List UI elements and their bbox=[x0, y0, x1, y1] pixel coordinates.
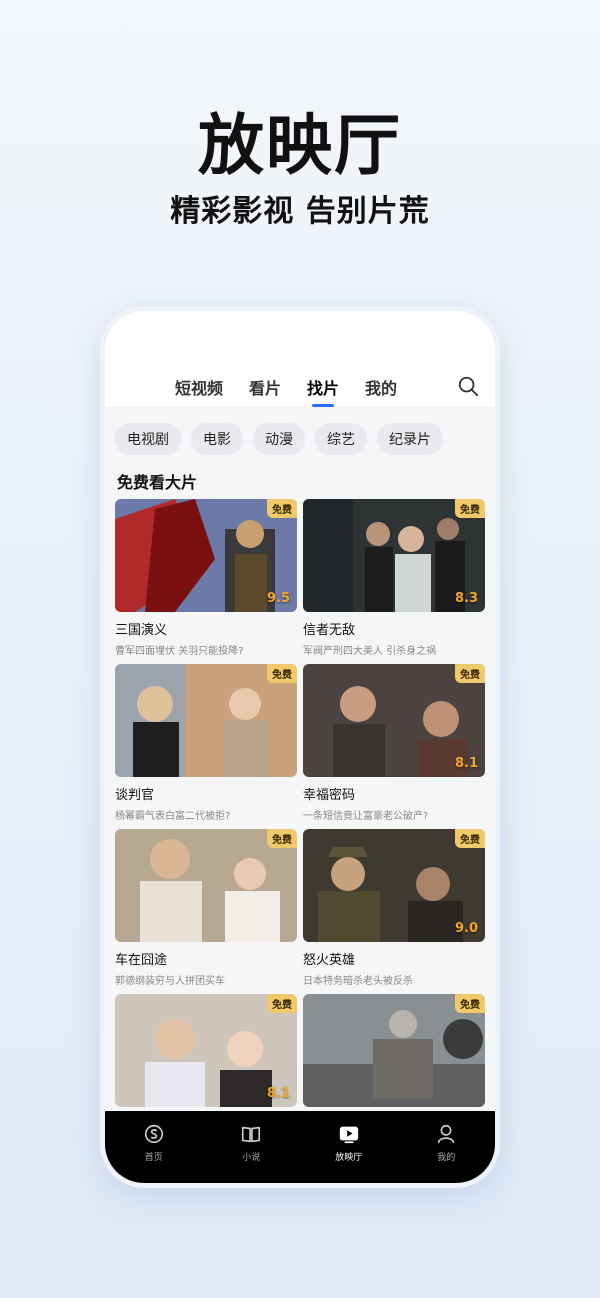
free-badge: 免费 bbox=[455, 994, 485, 1013]
movie-description: 军阀严刑四大美人 引杀身之祸 bbox=[303, 646, 437, 657]
chip-tv-series[interactable]: 电视剧 bbox=[115, 423, 181, 455]
nav-label: 我的 bbox=[437, 1153, 456, 1163]
hero-subtitle: 精彩影视 告别片荒 bbox=[170, 194, 430, 229]
nav-label: 首页 bbox=[144, 1153, 163, 1163]
tab-find[interactable]: 找片 bbox=[307, 375, 339, 407]
movie-thumbnail[interactable]: 免费 bbox=[303, 994, 485, 1107]
movie-title[interactable]: 车在囧途 bbox=[115, 949, 297, 968]
movie-description: 杨幂霸气表白富二代被拒? bbox=[115, 811, 231, 822]
chip-movie[interactable]: 电影 bbox=[191, 423, 243, 455]
top-bar: 短视频 看片 找片 我的 bbox=[105, 311, 495, 407]
free-badge: 免费 bbox=[455, 829, 485, 848]
category-chips: 电视剧 电影 动漫 综艺 纪录片 bbox=[115, 423, 443, 455]
movie-description: 郭德纲装穷与人拼团买车 bbox=[115, 976, 225, 987]
app-screen: 短视频 看片 找片 我的 电视剧 电影 动漫 综艺 纪录片 免费看大片 免费 9… bbox=[105, 311, 495, 1183]
search-icon[interactable] bbox=[457, 375, 479, 397]
movie-title[interactable]: 信者无敌 bbox=[303, 619, 485, 638]
tab-short-video[interactable]: 短视频 bbox=[175, 375, 223, 407]
rating-score: 8.1 bbox=[266, 1086, 290, 1101]
movie-thumbnail[interactable]: 免费 8.1 bbox=[115, 994, 297, 1107]
rating-score: 8.1 bbox=[454, 756, 478, 771]
movie-description: 日本特务暗杀老头被反杀 bbox=[303, 976, 413, 987]
nav-label: 小说 bbox=[242, 1153, 261, 1163]
movie-thumbnail[interactable]: 免费 9.5 bbox=[115, 499, 297, 612]
movie-title[interactable]: 谈判官 bbox=[115, 784, 297, 803]
movie-grid: 免费 9.5 三国演义 曹军四面埋伏 关羽只能投降? 免费 8.3 信者无敌 军… bbox=[115, 499, 487, 1159]
phone-mockup: 短视频 看片 找片 我的 电视剧 电影 动漫 综艺 纪录片 免费看大片 免费 9… bbox=[100, 306, 500, 1188]
rating-score: 9.5 bbox=[266, 591, 290, 606]
movie-description: 曹军四面埋伏 关羽只能投降? bbox=[115, 646, 244, 657]
movie-title[interactable]: 怒火英雄 bbox=[303, 949, 485, 968]
bottom-navigation: 首页 小说 放映厅 我的 bbox=[105, 1111, 495, 1183]
movie-title[interactable]: 三国演义 bbox=[115, 619, 297, 638]
movie-card[interactable]: 免费 9.0 怒火英雄 日本特务暗杀老头被反杀 bbox=[303, 829, 485, 994]
rating-score: 8.3 bbox=[454, 591, 478, 606]
free-badge: 免费 bbox=[455, 664, 485, 683]
play-icon bbox=[339, 1126, 358, 1144]
free-badge: 免费 bbox=[455, 499, 485, 518]
chip-variety[interactable]: 综艺 bbox=[315, 423, 367, 455]
rating-score: 9.0 bbox=[454, 921, 478, 936]
movie-thumbnail[interactable]: 免费 9.0 bbox=[303, 829, 485, 942]
free-badge: 免费 bbox=[267, 664, 297, 683]
free-badge: 免费 bbox=[267, 499, 297, 518]
nav-novel[interactable]: 小说 bbox=[221, 1123, 281, 1183]
movie-card[interactable]: 免费 8.3 信者无敌 军阀严刑四大美人 引杀身之祸 bbox=[303, 499, 485, 664]
movie-card[interactable]: 免费 谈判官 杨幂霸气表白富二代被拒? bbox=[115, 664, 297, 829]
tab-watch[interactable]: 看片 bbox=[249, 375, 281, 407]
free-badge: 免费 bbox=[267, 994, 297, 1013]
chip-documentary[interactable]: 纪录片 bbox=[377, 423, 443, 455]
hero-title: 放映厅 bbox=[198, 107, 402, 184]
home-icon bbox=[144, 1124, 163, 1144]
movie-description: 一条短信竟让富豪老公破产? bbox=[303, 811, 429, 822]
movie-title[interactable]: 幸福密码 bbox=[303, 784, 485, 803]
tab-mine[interactable]: 我的 bbox=[365, 375, 397, 407]
movie-thumbnail[interactable]: 免费 8.1 bbox=[303, 664, 485, 777]
chip-anime[interactable]: 动漫 bbox=[253, 423, 305, 455]
book-icon bbox=[242, 1126, 261, 1143]
section-title: 免费看大片 bbox=[117, 473, 198, 492]
movie-thumbnail[interactable]: 免费 bbox=[115, 829, 297, 942]
movie-thumbnail[interactable]: 免费 8.3 bbox=[303, 499, 485, 612]
header-tabs: 短视频 看片 找片 我的 bbox=[175, 375, 397, 407]
nav-home[interactable]: 首页 bbox=[124, 1123, 184, 1183]
movie-card[interactable]: 免费 9.5 三国演义 曹军四面埋伏 关羽只能投降? bbox=[115, 499, 297, 664]
movie-thumbnail[interactable]: 免费 bbox=[115, 664, 297, 777]
nav-label: 放映厅 bbox=[335, 1153, 363, 1163]
movie-card[interactable]: 免费 车在囧途 郭德纲装穷与人拼团买车 bbox=[115, 829, 297, 994]
nav-theater[interactable]: 放映厅 bbox=[319, 1123, 379, 1183]
nav-profile[interactable]: 我的 bbox=[416, 1123, 476, 1183]
movie-card[interactable]: 免费 8.1 幸福密码 一条短信竟让富豪老公破产? bbox=[303, 664, 485, 829]
profile-icon bbox=[438, 1124, 455, 1144]
free-badge: 免费 bbox=[267, 829, 297, 848]
